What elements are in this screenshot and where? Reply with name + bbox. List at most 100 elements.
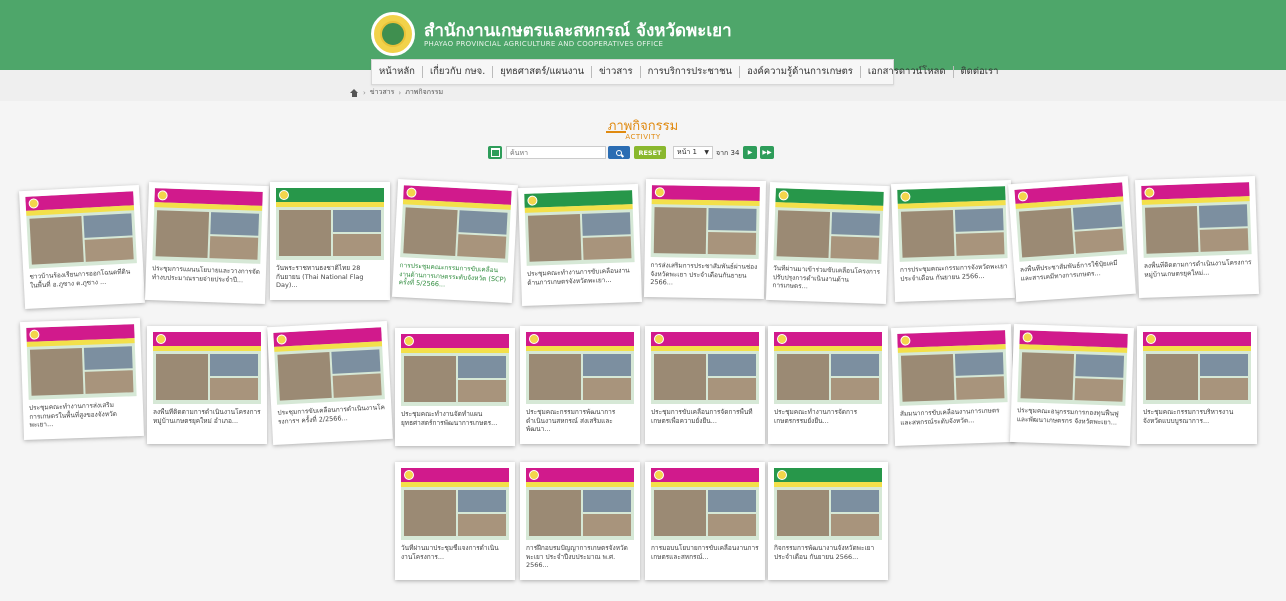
activity-thumbnail[interactable] [25, 191, 137, 269]
breadcrumb-separator: › [398, 88, 402, 97]
activity-caption[interactable]: ลงพื้นที่ติดตามการดำเนินงานโครงการหมู่บ้… [1144, 258, 1253, 296]
activity-card[interactable]: ประชุมการแผนนโยบายและวางการจัดทำงบประมาณ… [144, 181, 270, 305]
breadcrumb-item-activity: ภาพกิจกรรม [405, 88, 444, 96]
activity-caption[interactable]: สัมมนาการขับเคลื่อนงานการเกษตรและสหกรณ์ร… [900, 406, 1009, 444]
activity-card[interactable]: ประชุมคณะกรรมการพัฒนาการดำเนินงานสหกรณ์ … [520, 326, 640, 444]
activity-card[interactable]: การมอบนโยบายการขับเคลื่อนงานการเกษตรและส… [645, 462, 765, 580]
activity-card[interactable]: ประชุมคณะทำงานการขับเคลื่อนงานด้านการเกษ… [517, 183, 643, 307]
site-logo[interactable] [371, 12, 415, 56]
breadcrumb-item-news[interactable]: ข่าวสาร [370, 87, 395, 98]
breadcrumb-separator: › [363, 88, 366, 97]
activity-card[interactable]: ประชุมการขับเคลื่อนการดำเนินงานโครงการฯ … [266, 320, 394, 446]
activity-thumbnail[interactable] [773, 188, 884, 264]
activity-caption[interactable]: ประชุมคณะทำงานการขับเคลื่อนงานด้านการเกษ… [527, 266, 636, 304]
activity-caption[interactable]: วันที่ผ่านมาประชุมชี้แจงการดำเนินงานโครง… [401, 544, 509, 578]
nav-item-knowledge[interactable]: องค์ความรู้ด้านการเกษตร [740, 66, 861, 78]
activity-thumbnail[interactable] [400, 185, 512, 263]
activity-thumbnail[interactable] [524, 190, 635, 266]
activity-thumbnail[interactable] [1017, 330, 1128, 406]
activity-thumbnail[interactable] [401, 468, 509, 540]
page-select-value: หน้า 1 [677, 148, 698, 156]
nav-item-strategy[interactable]: ยุทธศาสตร์/แผนงาน [493, 66, 593, 78]
activity-thumbnail[interactable] [526, 332, 634, 404]
activity-caption[interactable]: ลงพื้นที่ติดตามการดำเนินงานโครงการหมู่บ้… [153, 408, 261, 442]
activity-thumbnail[interactable] [276, 188, 384, 260]
activity-thumbnail[interactable] [1143, 332, 1251, 404]
home-icon[interactable] [350, 88, 359, 97]
activity-thumbnail[interactable] [26, 324, 137, 400]
activity-card[interactable]: ลงพื้นที่ประชาสัมพันธ์การใช้ปุ๋ยเคมีและส… [1008, 175, 1136, 303]
page-select[interactable]: หน้า 1 ▼ [673, 146, 713, 159]
nav-item-downloads[interactable]: เอกสารดาวน์โหลด [861, 66, 954, 78]
activity-card[interactable]: ลงพื้นที่ติดตามการดำเนินงานโครงการหมู่บ้… [1134, 175, 1260, 299]
activity-card[interactable]: วันที่ผ่านมาประชุมชี้แจงการดำเนินงานโครง… [395, 462, 515, 580]
nav-item-home[interactable]: หน้าหลัก [372, 66, 423, 78]
nav-item-about[interactable]: เกี่ยวกับ กษจ. [423, 66, 494, 78]
reset-button[interactable]: RESET [634, 146, 666, 159]
activity-thumbnail[interactable] [153, 332, 261, 404]
breadcrumb: › ข่าวสาร › ภาพกิจกรรม [350, 87, 443, 98]
activity-card[interactable]: ประชุมคณะกรรมการบริหารงานจังหวัดแบบบูรณา… [1137, 326, 1257, 444]
activity-caption[interactable]: ประชุมคณะทำงานจัดทำแผนยุทธศาสตร์การพัฒนา… [401, 410, 509, 444]
activity-thumbnail[interactable] [1014, 182, 1128, 262]
activity-caption[interactable]: ประชุมการขับเคลื่อนการดำเนินงานโครงการฯ … [277, 403, 387, 443]
activity-card[interactable]: ประชุมคณะทำงานการส่งเสริมการเกษตรในพื้นท… [19, 317, 145, 441]
activity-caption[interactable]: การมอบนโยบายการขับเคลื่อนงานการเกษตรและส… [651, 544, 759, 578]
activity-caption[interactable]: วันพระราชทานธงชาติไทย 28 กันยายน (Thai N… [276, 264, 384, 298]
activity-caption[interactable]: ประชุมคณะอนุกรรมการกองทุนฟื้นฟูและพัฒนาเ… [1016, 406, 1125, 444]
activity-card[interactable]: ชาวบ้านร้องเรียนการออกโฉนดที่ดินในพื้นที… [18, 184, 146, 310]
activity-card[interactable]: กิจกรรมการพัฒนางานจังหวัดพะเยา ประจำเดือ… [768, 462, 888, 580]
activity-card[interactable]: สัมมนาการขับเคลื่อนงานการเกษตรและสหกรณ์ร… [890, 323, 1016, 447]
activity-card[interactable]: การฝึกอบรมปัญญาการเกษตรจังหวัดพะเยา ประจ… [520, 462, 640, 580]
activity-caption[interactable]: การประชุมคณะกรรมการขับเคลื่อนงานด้านการเ… [398, 261, 508, 301]
activity-caption[interactable]: ชาวบ้านร้องเรียนการออกโฉนดที่ดินในพื้นที… [29, 267, 139, 307]
activity-card[interactable]: ประชุมคณะทำงานการจัดการเกษตรกรรมยั่งยืน.… [768, 326, 888, 444]
activity-thumbnail[interactable] [1141, 182, 1252, 258]
activity-card[interactable]: การส่งเสริมการประชาสัมพันธ์ผ่านช่องจังหว… [643, 178, 767, 300]
last-page-button[interactable]: ▶▶ [760, 146, 774, 159]
activity-card[interactable]: การประชุมคณะกรรมการจังหวัดพะเยา ประจำเดื… [890, 179, 1016, 303]
activity-caption[interactable]: ประชุมคณะกรรมการบริหารงานจังหวัดแบบบูรณา… [1143, 408, 1251, 442]
nav-item-services[interactable]: การบริการประชาชน [641, 66, 741, 78]
activity-caption[interactable]: ประชุมคณะทำงานการส่งเสริมการเกษตรในพื้นท… [29, 400, 138, 438]
activity-card[interactable]: วันพระราชทานธงชาติไทย 28 กันยายน (Thai N… [270, 182, 390, 300]
activity-caption[interactable]: กิจกรรมการพัฒนางานจังหวัดพะเยา ประจำเดือ… [774, 544, 882, 578]
activity-caption[interactable]: ประชุมคณะกรรมการพัฒนาการดำเนินงานสหกรณ์ … [526, 408, 634, 442]
activity-thumbnail[interactable] [152, 188, 263, 264]
activity-thumbnail[interactable] [273, 327, 385, 405]
activity-card[interactable]: ประชุมการขับเคลื่อนการจัดการพื้นที่เกษตร… [645, 326, 765, 444]
page-subtitle: ACTIVITY [625, 133, 661, 141]
activity-thumbnail[interactable] [526, 468, 634, 540]
activity-card[interactable]: ประชุมคณะทำงานจัดทำแผนยุทธศาสตร์การพัฒนา… [395, 328, 515, 446]
site-subtitle: PHAYAO PROVINCIAL AGRICULTURE AND COOPER… [424, 40, 664, 48]
activity-caption[interactable]: วันที่ผ่านมาเข้าร่วมขับเคลื่อนโครงการ ปร… [772, 264, 881, 302]
activity-thumbnail[interactable] [401, 334, 509, 406]
activity-thumbnail[interactable] [897, 330, 1008, 406]
chevron-down-icon: ▼ [704, 149, 709, 156]
activity-caption[interactable]: ประชุมการแผนนโยบายและวางการจัดทำงบประมาณ… [151, 264, 260, 302]
activity-thumbnail[interactable] [651, 468, 759, 540]
activity-thumbnail[interactable] [774, 332, 882, 404]
activity-card[interactable]: ลงพื้นที่ติดตามการดำเนินงานโครงการหมู่บ้… [147, 326, 267, 444]
next-page-button[interactable]: ▶ [743, 146, 757, 159]
activity-card[interactable]: การประชุมคณะกรรมการขับเคลื่อนงานด้านการเ… [391, 178, 519, 304]
search-input[interactable] [506, 146, 606, 159]
activity-caption[interactable]: ประชุมการขับเคลื่อนการจัดการพื้นที่เกษตร… [651, 408, 759, 442]
nav-item-contact[interactable]: ติดต่อเรา [954, 66, 1006, 78]
activity-card[interactable]: ประชุมคณะอนุกรรมการกองทุนฟื้นฟูและพัฒนาเ… [1009, 323, 1135, 447]
activity-thumbnail[interactable] [650, 185, 760, 259]
calendar-icon[interactable] [488, 146, 502, 159]
activity-thumbnail[interactable] [651, 332, 759, 404]
activity-caption[interactable]: การส่งเสริมการประชาสัมพันธ์ผ่านช่องจังหว… [650, 261, 759, 297]
activity-thumbnail[interactable] [774, 468, 882, 540]
activity-thumbnail[interactable] [897, 186, 1008, 262]
activity-card[interactable]: วันที่ผ่านมาเข้าร่วมขับเคลื่อนโครงการ ปร… [765, 181, 891, 305]
nav-item-news[interactable]: ข่าวสาร [592, 66, 641, 78]
activity-caption[interactable]: การประชุมคณะกรรมการจังหวัดพะเยา ประจำเดื… [900, 262, 1009, 300]
main-nav: หน้าหลัก เกี่ยวกับ กษจ. ยุทธศาสตร์/แผนงา… [371, 59, 998, 85]
activity-caption[interactable]: ลงพื้นที่ประชาสัมพันธ์การใช้ปุ๋ยเคมีและส… [1020, 258, 1130, 299]
activity-caption[interactable]: การฝึกอบรมปัญญาการเกษตรจังหวัดพะเยา ประจ… [526, 544, 634, 578]
activity-caption[interactable]: ประชุมคณะทำงานการจัดการเกษตรกรรมยั่งยืน.… [774, 408, 882, 442]
search-icon [616, 149, 622, 156]
search-button[interactable] [608, 146, 630, 159]
